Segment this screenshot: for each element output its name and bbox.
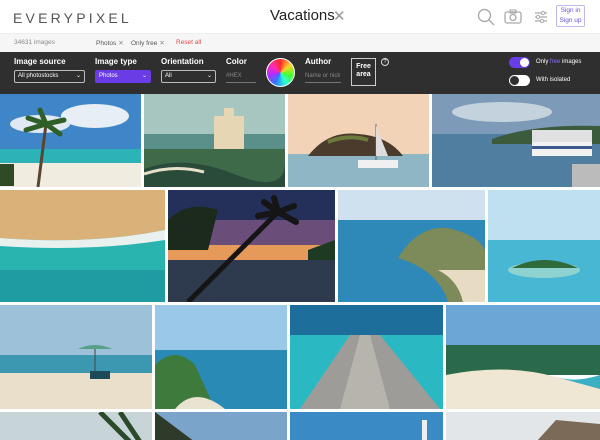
filter-sliders-icon[interactable]: [531, 7, 551, 27]
results-bar: 34631 images Photos ✕ Only free ✕ Reset al…: [0, 34, 600, 52]
wooden-pier-photo[interactable]: [290, 305, 443, 409]
with-isolated-label: With isolated: [536, 77, 571, 83]
chevron-down-icon: ⌄: [75, 73, 81, 79]
chip-label: Photos: [96, 40, 117, 47]
chevron-down-icon: ⌄: [141, 73, 147, 79]
image-grid: [0, 94, 600, 440]
only-free-accent: free: [550, 59, 561, 65]
small-island-photo[interactable]: [488, 190, 600, 302]
chip-label: Only free: [131, 40, 158, 47]
sandy-shore-aerial-photo[interactable]: [0, 190, 165, 302]
filter-chip-photos[interactable]: Photos ✕: [96, 39, 124, 47]
filter-bar: Image source All photostocks ⌄ Image type…: [0, 52, 600, 94]
orientation-select[interactable]: All ⌄: [161, 70, 216, 83]
image-source-select[interactable]: All photostocks ⌄: [14, 70, 85, 83]
remove-chip-icon[interactable]: ✕: [159, 40, 164, 47]
top-header: EVERYPIXEL Vacations ✕ Sign in Sign up: [0, 0, 600, 34]
green-cliff-coast-photo[interactable]: [155, 305, 287, 409]
palm-beach-photo[interactable]: [0, 94, 141, 187]
image-type-label: Image type: [95, 57, 137, 66]
sailboat-rock-photo[interactable]: [288, 94, 429, 187]
lighthouse-photo[interactable]: [290, 412, 443, 440]
only-free-prefix: Only: [536, 59, 551, 65]
color-label: Color: [226, 57, 247, 66]
color-wheel-picker[interactable]: [266, 58, 295, 87]
orientation-value: All: [165, 73, 172, 79]
image-source-value: All photostocks: [18, 73, 59, 79]
resort-hotel-photo[interactable]: [144, 94, 285, 187]
result-count: 34631 images: [14, 39, 55, 46]
help-icon[interactable]: ?: [381, 58, 389, 66]
search-icon[interactable]: [476, 7, 496, 27]
harbor-village-photo[interactable]: [432, 94, 600, 187]
palm-leaves-photo[interactable]: [0, 412, 152, 440]
only-free-toggle[interactable]: [509, 57, 530, 68]
toggle-knob: [520, 58, 529, 67]
author-label: Author: [305, 57, 332, 66]
image-type-select[interactable]: Photos ⌄: [95, 70, 151, 83]
reset-all-link[interactable]: Reset all: [176, 39, 201, 46]
with-isolated-toggle[interactable]: [509, 75, 530, 86]
remove-chip-icon[interactable]: ✕: [118, 40, 123, 47]
author-input[interactable]: Name or nick: [305, 71, 341, 83]
sign-in-link[interactable]: Sign in: [557, 6, 584, 16]
orientation-label: Orientation: [161, 57, 204, 66]
free-area-button[interactable]: Free area: [351, 58, 376, 86]
only-free-label: Only free images: [536, 59, 581, 65]
filter-chip-only-free[interactable]: Only free ✕: [131, 39, 165, 47]
rocky-coast-photo[interactable]: [446, 412, 600, 440]
chevron-down-icon: ⌄: [206, 73, 212, 79]
hex-color-input[interactable]: #HEX: [226, 71, 256, 83]
beach-umbrella-photo[interactable]: [0, 305, 152, 409]
sign-up-link[interactable]: Sign up: [557, 16, 584, 26]
coastal-cliff-photo[interactable]: [338, 190, 485, 302]
everypixel-logo[interactable]: EVERYPIXEL: [13, 10, 132, 26]
toggle-knob: [510, 76, 519, 85]
only-free-suffix: images: [560, 59, 582, 65]
ocean-view-photo[interactable]: [155, 412, 287, 440]
tropical-beach-photo[interactable]: [446, 305, 600, 409]
search-query[interactable]: Vacations: [270, 7, 335, 24]
auth-box: Sign in Sign up: [556, 5, 585, 27]
clear-search-icon[interactable]: ✕: [333, 7, 346, 25]
image-type-value: Photos: [99, 73, 118, 79]
camera-icon[interactable]: [503, 7, 523, 27]
palm-sunset-photo[interactable]: [168, 190, 335, 302]
image-source-label: Image source: [14, 57, 66, 66]
